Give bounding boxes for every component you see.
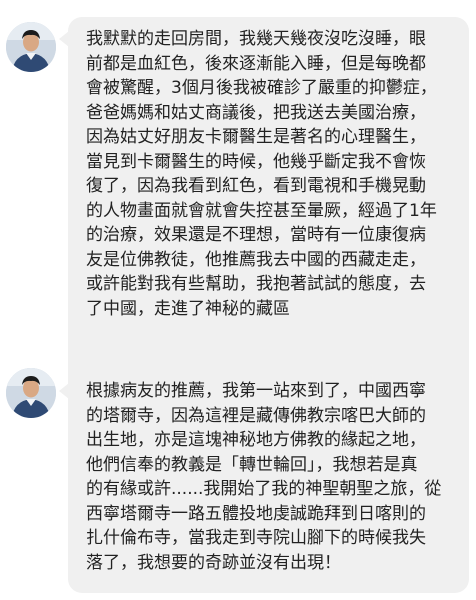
- message-line: 或許能對我有些幫助，我抱著試試的態度，去: [86, 274, 426, 294]
- message-line: 復了，因為我看到紅色，看到電視和手機晃動: [86, 176, 426, 196]
- message-line: 會被驚醒，3個月後我被確診了嚴重的抑鬱症，: [86, 78, 437, 98]
- message-line: 的治療，效果還是不理想，當時有一位康復病: [86, 225, 426, 245]
- message-line: 了中國，走進了神秘的藏區: [86, 298, 290, 319]
- message-line: 前都是血紅色，後來逐漸能入睡，但是每晚都: [86, 53, 426, 74]
- message-line: 根據病友的推薦，我第一站來到了，中國西寧: [86, 381, 426, 401]
- avatar[interactable]: [6, 368, 56, 418]
- message-line: 我默默的走回房間，我幾天幾夜沒吃沒睡，眼: [86, 29, 426, 49]
- message-line: 西寧塔爾寺一路五體投地虔誠跪拜到日喀則的: [86, 503, 426, 524]
- message-line: 爸爸媽媽和姑丈商議後，把我送去美國治療，: [86, 102, 426, 123]
- message-line: 落了，我想要的奇跡並沒有出現！: [86, 552, 341, 573]
- message-line: 扎什倫布寺，當我走到寺院山腳下的時候我失: [86, 528, 426, 548]
- message-line: 友是位佛教徒，他推薦我去中國的西藏走走，: [86, 249, 426, 270]
- message-bubble: 根據病友的推薦，我第一站來到了，中國西寧 的塔爾寺，因為這裡是藏傳佛教宗喀巴大師…: [59, 369, 469, 593]
- message-line: 出生地，亦是這塊神秘地方佛教的緣起之地，: [86, 430, 426, 450]
- message-line: 因為姑丈好朋友卡爾醫生是著名的心理醫生，: [86, 127, 426, 147]
- message-line: 他們信奉的教義是「轉世輪回」，我想若是真: [86, 454, 418, 475]
- message-line: 的有緣或許......我開始了我的神聖朝聖之旅，從: [86, 479, 442, 499]
- message-line: 的人物畫面就會就會失控甚至暈厥，經過了1年: [86, 200, 437, 221]
- avatar[interactable]: [6, 22, 56, 72]
- message-line: 當見到卡爾醫生的時候，他幾乎斷定我不會恢: [86, 151, 426, 172]
- message-line: 的塔爾寺，因為這裡是藏傳佛教宗喀巴大師的: [86, 405, 426, 426]
